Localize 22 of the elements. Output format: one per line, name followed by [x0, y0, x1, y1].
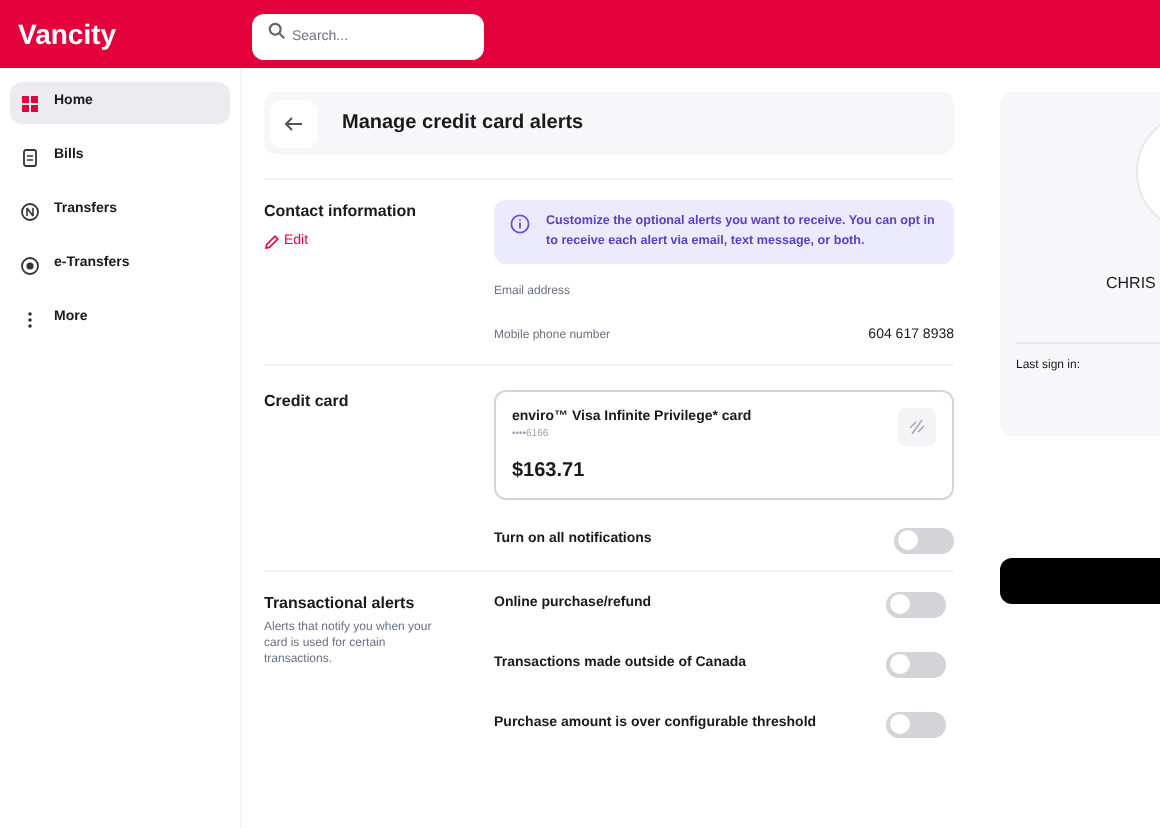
pencil-icon [264, 234, 280, 251]
unlink-icon [908, 417, 926, 435]
info-icon [510, 214, 530, 234]
toggle-switch[interactable] [886, 591, 946, 617]
profile-name: CHRIS [1106, 272, 1158, 296]
toggle-switch[interactable] [886, 711, 946, 737]
document-icon [20, 147, 40, 167]
section-heading: Credit card [264, 389, 351, 413]
section-heading: Transactional alerts [264, 591, 417, 615]
search-icon [268, 22, 286, 40]
section-heading: Contact information [264, 200, 418, 224]
page-title: Manage credit card alerts [342, 110, 584, 138]
toggle-switch[interactable] [894, 527, 954, 553]
card-balance: $163.71 [512, 457, 587, 485]
action-button[interactable] [1000, 558, 1160, 604]
logo[interactable]: Vancity [0, 13, 252, 55]
toggle-switch[interactable] [886, 651, 946, 677]
circled-letter-icon [20, 201, 40, 221]
circled-dot-icon [20, 255, 40, 275]
grid-icon [20, 93, 40, 113]
back-arrow-icon [284, 115, 304, 131]
back-button[interactable] [270, 99, 318, 147]
